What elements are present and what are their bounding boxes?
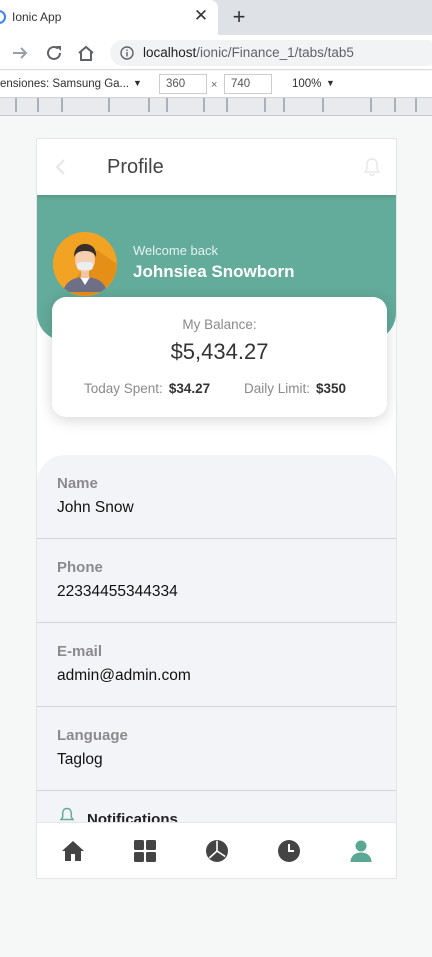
forward-arrow-icon[interactable] xyxy=(10,43,30,63)
balance-value: $5,434.27 xyxy=(170,339,269,364)
info-value: Taglog xyxy=(57,751,103,768)
info-item-name[interactable]: Name John Snow xyxy=(37,455,396,539)
info-item-email[interactable]: E-mail admin@admin.com xyxy=(37,623,396,707)
zoom-select[interactable]: 100% xyxy=(292,78,321,90)
url-path: /ionic/Finance_1/tabs/tab5 xyxy=(196,45,354,60)
daily-limit-label: Daily Limit: xyxy=(244,381,311,396)
person-icon xyxy=(350,840,372,862)
info-value: John Snow xyxy=(57,499,134,516)
browser-tab[interactable]: Ionic App ✕ xyxy=(0,0,218,35)
today-spent: Today Spent: $34.27 xyxy=(84,381,210,396)
info-label: Name xyxy=(57,475,98,492)
device-toolbar: ensiones: Samsung Ga... ▼ 360 × 740 100%… xyxy=(0,71,432,98)
home-icon xyxy=(62,841,84,861)
tab-statistics[interactable] xyxy=(181,823,253,878)
info-item-language[interactable]: Language Taglog xyxy=(37,707,396,791)
reload-icon[interactable] xyxy=(44,43,64,63)
info-value: admin@admin.com xyxy=(57,667,191,684)
tab-dashboard[interactable] xyxy=(109,823,181,878)
today-spent-label: Today Spent: xyxy=(84,381,163,396)
user-name: Johnsiea Snowborn xyxy=(133,262,295,281)
tab-title: Ionic App xyxy=(12,10,62,24)
close-tab-icon[interactable]: ✕ xyxy=(193,7,209,25)
info-icon[interactable] xyxy=(120,46,134,60)
media-query-ruler xyxy=(0,98,432,116)
bottom-tab-bar xyxy=(37,822,396,878)
daily-limit-value: $350 xyxy=(316,381,347,396)
grid-icon xyxy=(134,840,156,862)
tab-profile[interactable] xyxy=(325,823,396,878)
device-dropdown-icon[interactable]: ▼ xyxy=(133,78,142,88)
info-label: Language xyxy=(57,727,128,744)
pie-chart-icon xyxy=(206,840,228,862)
avatar-image xyxy=(53,232,117,296)
url-text[interactable]: localhost/ionic/Finance_1/tabs/tab5 xyxy=(143,45,354,60)
url-host: localhost xyxy=(143,45,197,60)
height-input[interactable]: 740 xyxy=(224,74,272,94)
back-icon[interactable] xyxy=(53,157,67,177)
tab-home[interactable] xyxy=(37,823,109,878)
dimension-separator: × xyxy=(211,79,218,91)
info-value: 22334455344334 xyxy=(57,583,178,600)
avatar[interactable] xyxy=(53,232,117,296)
info-label: Phone xyxy=(57,559,103,576)
width-input[interactable]: 360 xyxy=(159,74,207,94)
today-spent-value: $34.27 xyxy=(168,381,211,396)
home-browser-icon[interactable] xyxy=(76,43,96,63)
info-label: E-mail xyxy=(57,643,103,660)
device-select[interactable]: ensiones: Samsung Ga... xyxy=(0,78,129,90)
notification-bell-icon[interactable] xyxy=(363,157,381,177)
clock-icon xyxy=(278,840,300,862)
app-header: Profile xyxy=(37,139,396,195)
new-tab-button[interactable]: + xyxy=(229,4,249,30)
browser-tab-strip: Ionic App ✕ + xyxy=(0,0,432,35)
page-title: Profile xyxy=(107,156,164,178)
app-viewport: Profile Welcome back Johnsiea Snowborn M… xyxy=(36,138,397,879)
balance-label: My Balance: xyxy=(182,317,257,332)
zoom-dropdown-icon[interactable]: ▼ xyxy=(326,78,335,88)
tab-history[interactable] xyxy=(253,823,325,878)
balance-card: My Balance: $5,434.27 Today Spent: $34.27… xyxy=(52,297,387,417)
ionic-favicon-icon xyxy=(0,10,6,24)
info-item-phone[interactable]: Phone 22334455344334 xyxy=(37,539,396,623)
profile-info-list: Name John Snow Phone 22334455344334 E-ma… xyxy=(37,455,396,835)
address-bar: localhost/ionic/Finance_1/tabs/tab5 xyxy=(0,35,432,70)
welcome-text: Welcome back xyxy=(133,243,219,258)
daily-limit: Daily Limit: $350 xyxy=(244,381,346,396)
